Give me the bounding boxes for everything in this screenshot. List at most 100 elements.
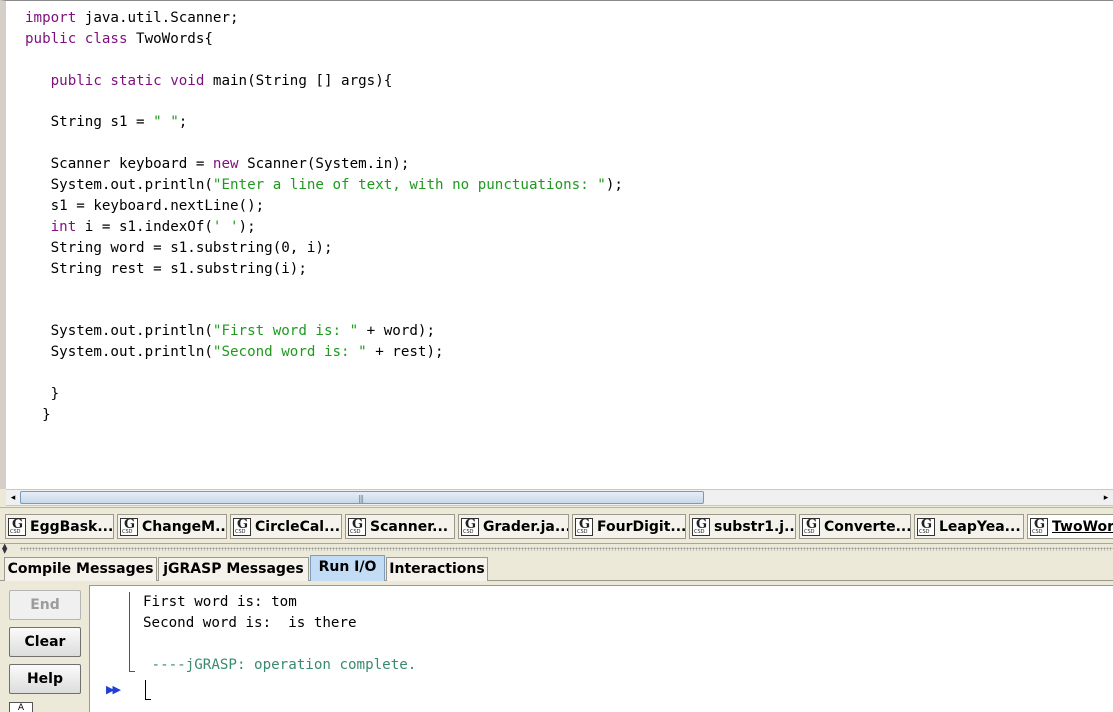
jgrasp-logo-sub: CSD <box>10 528 21 535</box>
run-io-panel: End Clear Help A First word is: tom Secon… <box>0 581 1113 712</box>
code-text-segment: ); <box>238 218 256 235</box>
jgrasp-logo-sub: CSD <box>235 528 246 535</box>
horizontal-scrollbar[interactable]: ◂ ||| ▸ <box>6 489 1113 506</box>
file-tab-label: FourDigit... <box>597 518 686 535</box>
jgrasp-csd-icon: G CSD <box>348 517 366 536</box>
tab-interactions[interactable]: Interactions <box>386 557 488 581</box>
code-string: "Second word is: " <box>212 344 367 361</box>
code-keyword: int <box>50 218 77 235</box>
splitter-grip[interactable] <box>20 547 1113 551</box>
code-line[interactable]: int i = s1.indexOf(' '); <box>25 217 623 238</box>
scrollbar-thumb[interactable]: ||| <box>20 491 704 504</box>
file-tab[interactable]: GCSDTwoWords <box>1027 514 1113 539</box>
file-tab[interactable]: G CSD CircleCal... <box>230 514 342 539</box>
code-text-segment: System.out.println( <box>25 177 213 194</box>
file-tab[interactable]: G CSD EggBask... <box>5 514 114 539</box>
code-line[interactable]: } <box>25 384 623 405</box>
code-line[interactable]: String rest = s1.substring(i); <box>25 259 623 280</box>
file-tab-label: Grader.ja... <box>483 518 569 535</box>
jgrasp-logo-sub: CSD <box>463 528 474 535</box>
code-line[interactable]: public static void main(String [] args){ <box>25 71 623 92</box>
code-line[interactable]: String word = s1.substring(0, i); <box>25 238 623 259</box>
code-line[interactable]: System.out.println("Second word is: " + … <box>25 342 623 363</box>
code-text[interactable]: import java.util.Scanner; public class Tw… <box>25 8 623 426</box>
file-tab-label: Converte... <box>824 518 911 535</box>
code-line[interactable]: import java.util.Scanner; <box>25 8 623 29</box>
tab-run-i-o[interactable]: Run I/O <box>310 555 385 582</box>
code-line[interactable]: } <box>25 405 623 426</box>
code-text-segment: s1 = keyboard.nextLine(); <box>25 198 265 215</box>
code-line[interactable]: public class TwoWords{ <box>25 29 623 50</box>
code-text-segment: System.out.println( <box>25 344 213 361</box>
code-line[interactable] <box>25 280 623 301</box>
code-text-segment <box>25 73 51 89</box>
code-line[interactable]: String s1 = " "; <box>25 112 623 133</box>
code-line[interactable] <box>25 133 623 154</box>
code-line[interactable] <box>25 50 623 71</box>
jgrasp-csd-icon: G CSD <box>233 517 251 536</box>
run-io-console[interactable]: First word is: tom Second word is: is the… <box>89 585 1113 712</box>
code-text-segment: + word); <box>358 323 436 340</box>
jgrasp-logo-sub: CSD <box>1032 528 1043 535</box>
code-keyword: public static void <box>50 72 205 89</box>
code-string: " " <box>153 114 179 131</box>
file-tab-label: Scanner... <box>370 518 449 535</box>
end-button[interactable]: End <box>9 590 81 620</box>
file-tab[interactable]: G CSD LeapYea... <box>914 514 1024 539</box>
jgrasp-logo-sub: CSD <box>694 528 705 535</box>
help-button[interactable]: Help <box>9 664 81 694</box>
file-tab-label: substr1.j... <box>714 518 796 535</box>
file-tab-bar: G CSD EggBask... G CSD ChangeM... G CSD CircleCa… <box>0 507 1113 543</box>
code-line[interactable] <box>25 92 623 113</box>
console-output: First word is: tom Second word is: is the… <box>143 592 416 676</box>
jgrasp-csd-icon: G CSD <box>575 517 593 536</box>
console-line: ----jGRASP: operation complete. <box>143 656 417 673</box>
file-tab-label: ChangeM... <box>142 518 227 535</box>
output-bracket <box>129 592 135 672</box>
code-line[interactable]: Scanner keyboard = new Scanner(System.in… <box>25 154 623 175</box>
file-tab[interactable]: G CSD Scanner... <box>345 514 455 539</box>
code-line[interactable] <box>25 363 623 384</box>
input-cursor[interactable] <box>145 680 151 700</box>
jgrasp-csd-icon: G CSD <box>802 517 820 536</box>
file-tab-label: LeapYea... <box>939 518 1021 535</box>
jgrasp-csd-icon: G CSD <box>461 517 479 536</box>
console-line: Second word is: is there <box>143 614 357 631</box>
tab-jgrasp-messages[interactable]: jGRASP Messages <box>158 557 309 581</box>
clear-button[interactable]: Clear <box>9 627 81 657</box>
code-line[interactable] <box>25 300 623 321</box>
code-text-segment: } <box>25 406 51 423</box>
console-line: First word is: tom <box>143 594 297 610</box>
code-text-segment: main(String [] args){ <box>204 72 393 89</box>
file-tab[interactable]: G CSD substr1.j... <box>689 514 796 539</box>
file-tab[interactable]: G CSD Grader.ja... <box>458 514 569 539</box>
code-text-segment: java.util.Scanner; <box>76 10 239 26</box>
jgrasp-csd-icon: G CSD <box>1030 517 1048 536</box>
file-tab[interactable]: G CSD Converte... <box>799 514 911 539</box>
code-string: "First word is: " <box>212 323 359 340</box>
splitter-arrows-icon[interactable]: ▲ ▼ <box>2 543 7 555</box>
file-tab-label: EggBask... <box>30 518 114 535</box>
jgrasp-logo-sub: CSD <box>919 528 930 535</box>
code-line[interactable]: System.out.println("First word is: " + w… <box>25 321 623 342</box>
code-string: ' ' <box>212 218 239 235</box>
code-string: "Enter a line of text, with no punctuati… <box>212 177 606 194</box>
scroll-left-arrow-icon[interactable]: ◂ <box>6 491 20 505</box>
jgrasp-logo-sub: CSD <box>350 528 361 535</box>
scrollbar-grip-icon: ||| <box>358 494 364 503</box>
code-text-segment: String rest = s1.substring(i); <box>25 260 307 277</box>
scroll-right-arrow-icon[interactable]: ▸ <box>1099 491 1113 505</box>
file-tab[interactable]: G CSD FourDigit... <box>572 514 686 539</box>
code-line[interactable]: s1 = keyboard.nextLine(); <box>25 196 623 217</box>
code-line[interactable]: System.out.println("Enter a line of text… <box>25 175 623 196</box>
file-tab[interactable]: G CSD ChangeM... <box>117 514 227 539</box>
jgrasp-logo-sub: CSD <box>804 528 815 535</box>
jgrasp-logo-sub: CSD <box>122 528 133 535</box>
code-editor[interactable]: import java.util.Scanner; public class Tw… <box>0 0 1113 489</box>
code-text-segment <box>25 219 51 235</box>
font-size-button[interactable]: A <box>9 702 33 712</box>
panel-splitter[interactable]: ▲ ▼ <box>0 543 1113 555</box>
tab-compile-messages[interactable]: Compile Messages <box>4 557 157 581</box>
file-tab-label: TwoWords <box>1052 518 1113 535</box>
